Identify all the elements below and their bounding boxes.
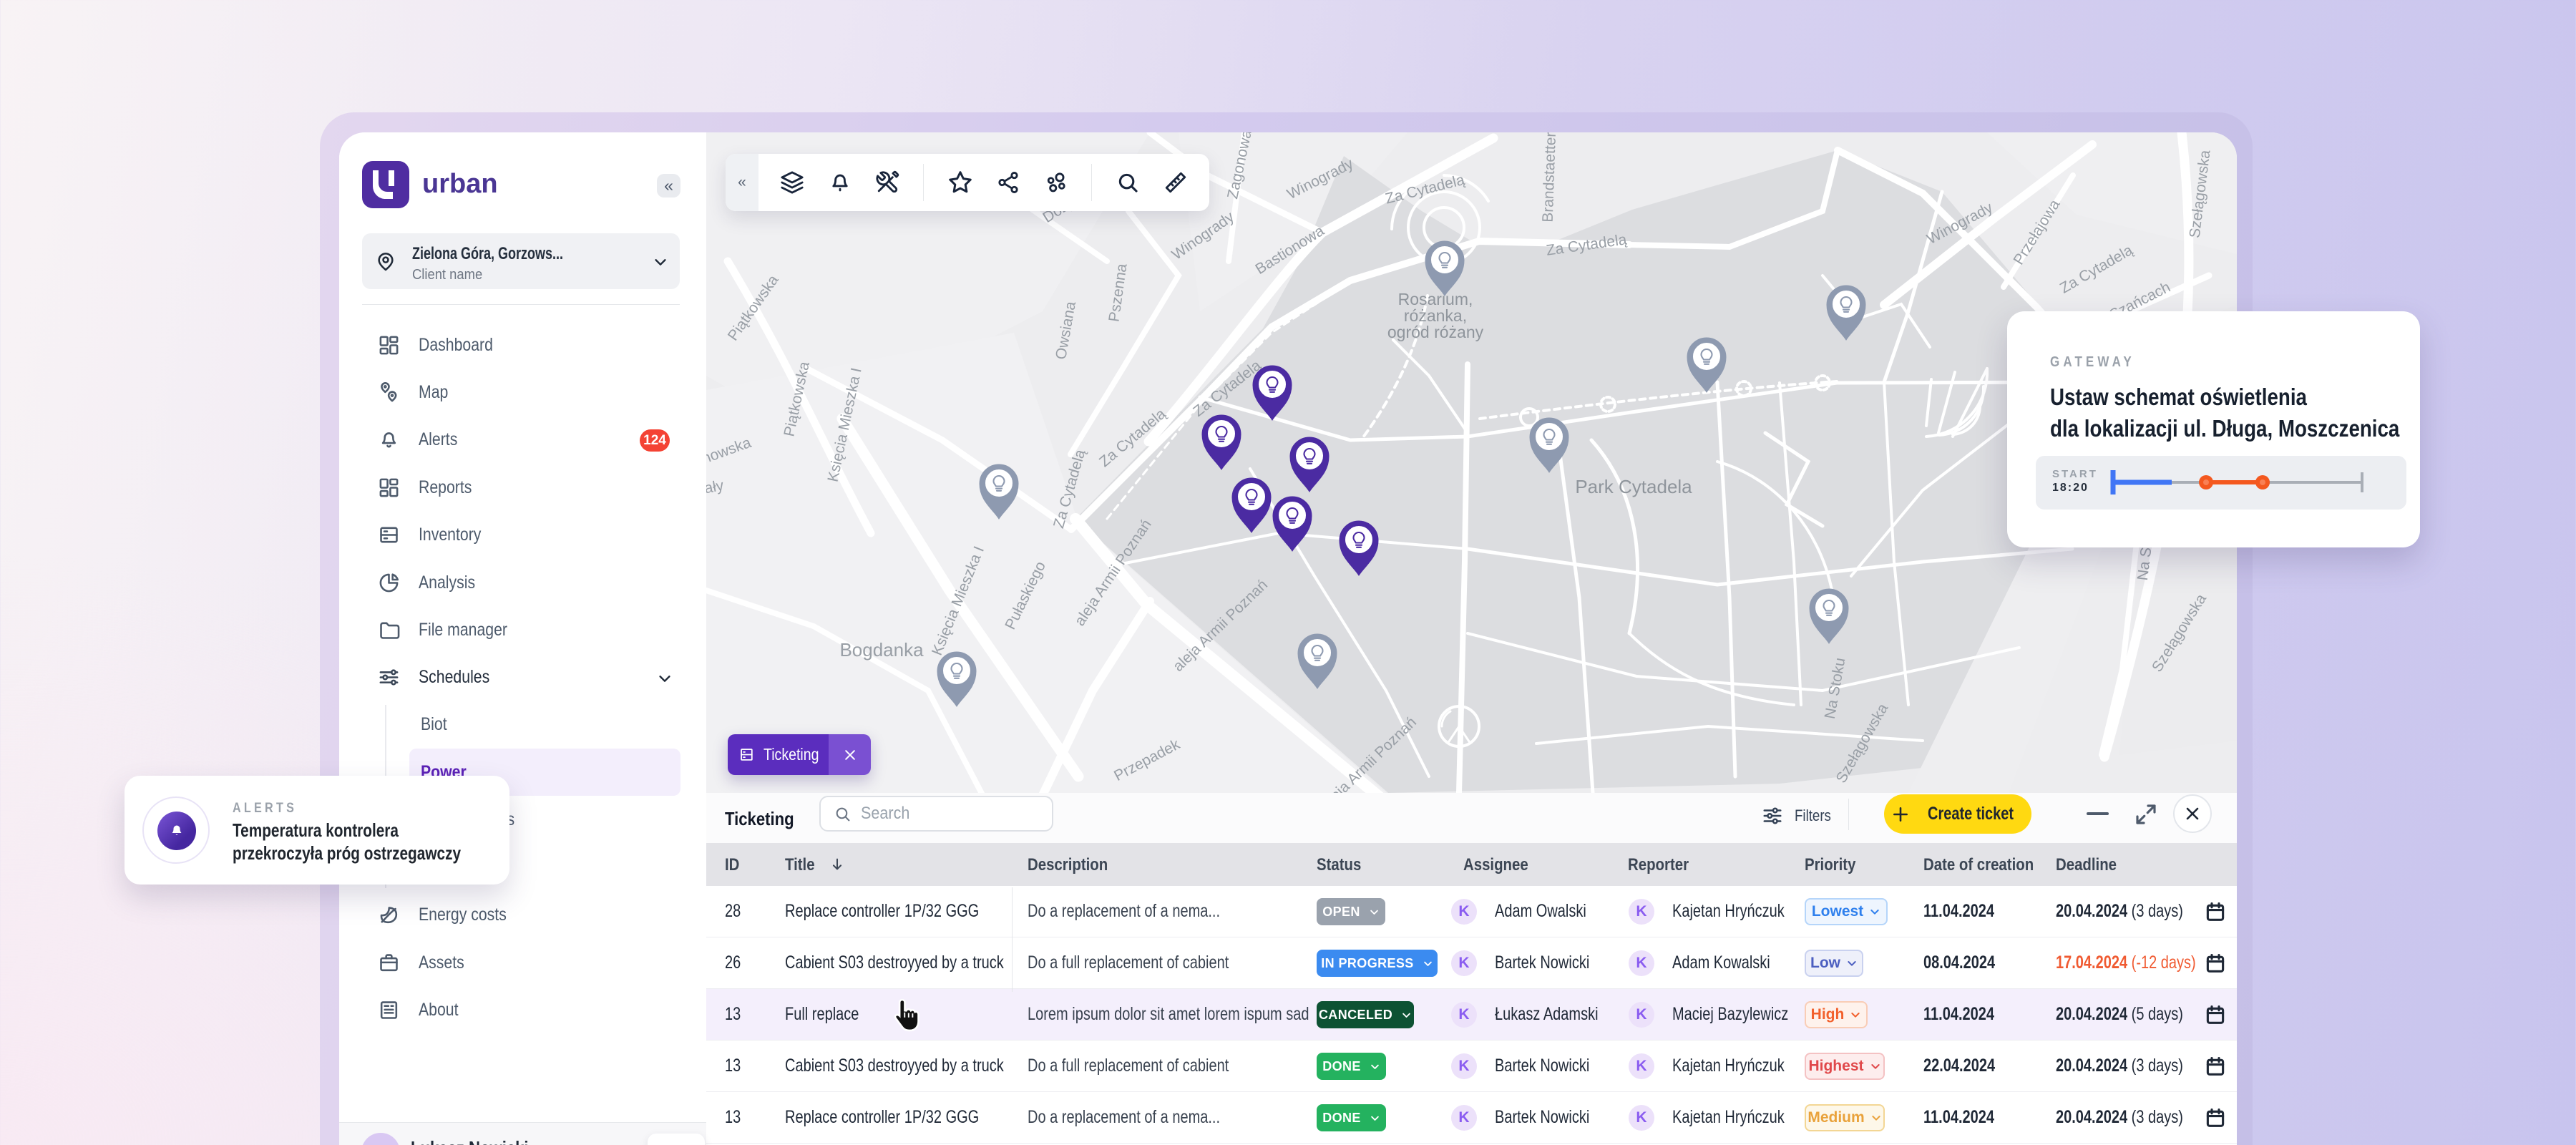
svg-text:Bogdanka: Bogdanka [839, 639, 924, 661]
svg-text:Brandstaettera: Brandstaettera [1540, 132, 1560, 223]
svg-text:Park Cytadela: Park Cytadela [1575, 476, 1692, 497]
svg-text:ogród różany: ogród różany [1387, 323, 1484, 341]
svg-text:ały: ały [706, 477, 726, 497]
